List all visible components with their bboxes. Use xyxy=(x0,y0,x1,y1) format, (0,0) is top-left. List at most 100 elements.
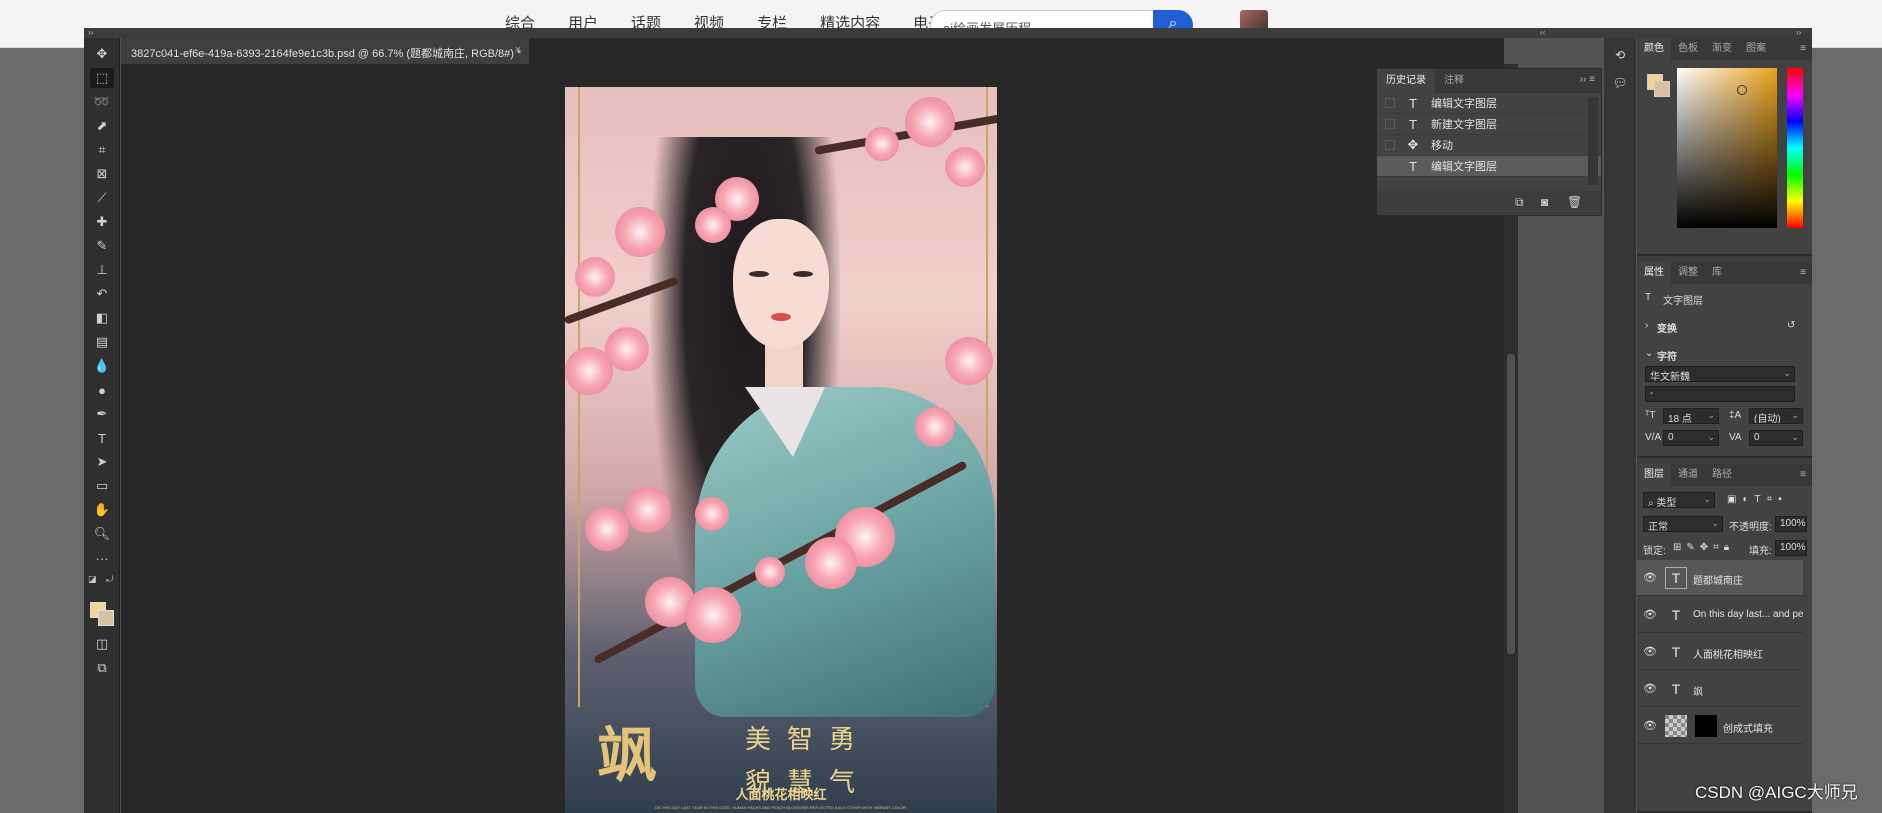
default-colors-icon[interactable]: ◪ xyxy=(88,574,97,585)
tab-patterns[interactable]: 图案 xyxy=(1739,38,1773,60)
tab-libraries[interactable]: 库 xyxy=(1705,262,1729,284)
history-item-selected[interactable]: T 编辑文字图层 xyxy=(1377,156,1601,177)
healing-brush-tool-icon[interactable]: ✚ xyxy=(90,212,114,232)
quick-mask-icon[interactable]: ◫ xyxy=(90,634,114,654)
layer-row[interactable]: 👁︎ T 人面桃花相映红 xyxy=(1637,634,1803,670)
history-item[interactable]: ✥ 移动 xyxy=(1377,135,1601,156)
stamp-tool-icon[interactable]: ⊥ xyxy=(90,260,114,280)
object-select-tool-icon[interactable]: ⬈ xyxy=(90,116,114,136)
color-panel: 颜色 色板 渐变 图案 ≡ xyxy=(1637,38,1812,256)
history-item[interactable]: T 编辑文字图层 xyxy=(1377,93,1601,114)
tab-notes[interactable]: 注释 xyxy=(1435,69,1473,93)
panel-menu-icon[interactable]: ›› ≡ xyxy=(1580,74,1595,85)
brush-tool-icon[interactable]: ✎ xyxy=(90,236,114,256)
rectangle-tool-icon[interactable]: ▭ xyxy=(90,476,114,496)
dodge-tool-icon[interactable]: ● xyxy=(90,380,114,400)
zoom-tool-icon[interactable]: 🔍︎ xyxy=(90,524,114,544)
eyedropper-tool-icon[interactable]: ⟋ xyxy=(90,188,114,208)
layer-thumbnail xyxy=(1665,715,1687,737)
camera-icon[interactable]: ◙ xyxy=(1541,195,1548,209)
tab-layers[interactable]: 图层 xyxy=(1637,464,1671,486)
gradient-tool-icon[interactable]: ▤ xyxy=(90,332,114,352)
history-checkbox[interactable] xyxy=(1385,161,1395,171)
frame-tool-icon[interactable]: ⊠ xyxy=(90,164,114,184)
document-tab[interactable]: 3827c041-ef6e-419a-6393-2164fe9e1c3b.psd… xyxy=(121,38,529,64)
canvas-artwork[interactable]: 飒 美 智 勇 貌 慧 气 人面桃花相映红 ON THIS DAY LAST Y… xyxy=(565,87,997,813)
path-select-tool-icon[interactable]: ➤ xyxy=(90,452,114,472)
pen-tool-icon[interactable]: ✒ xyxy=(90,404,114,424)
chevron-down-icon[interactable]: ⌄ xyxy=(1645,348,1653,359)
type-icon: T xyxy=(1409,95,1417,111)
tab-adjustments[interactable]: 调整 xyxy=(1671,262,1705,284)
tab-color[interactable]: 颜色 xyxy=(1637,38,1671,60)
history-brush-tool-icon[interactable]: ↶ xyxy=(90,284,114,304)
artwork-lips xyxy=(771,313,791,321)
transform-section-label[interactable]: 变换 xyxy=(1657,320,1677,335)
tab-properties[interactable]: 属性 xyxy=(1637,262,1671,284)
scrollbar-thumb[interactable] xyxy=(1507,354,1515,654)
tab-channels[interactable]: 通道 xyxy=(1671,464,1705,486)
type-tool-icon[interactable]: T xyxy=(90,428,114,448)
lasso-tool-icon[interactable]: ➿ xyxy=(90,92,114,112)
layer-row[interactable]: 👁︎ T On this day last... and peach bloss xyxy=(1637,597,1803,633)
hand-tool-icon[interactable]: ✋ xyxy=(90,500,114,520)
kerning-field[interactable]: 0 ⌄ xyxy=(1663,430,1719,446)
lock-icons[interactable]: ⊞✎✥⌗🔒︎ xyxy=(1673,542,1734,553)
collapse-panels-icon[interactable]: ‹‹ xyxy=(1540,28,1545,37)
panel-menu-icon[interactable]: ≡ xyxy=(1800,267,1806,278)
swap-colors-icon[interactable]: ⤾ xyxy=(106,574,114,585)
expand-panels-icon[interactable]: ›› xyxy=(1796,28,1801,37)
screen-mode-icon[interactable]: ⧉ xyxy=(90,658,114,678)
layer-filter-icons[interactable]: ▣◐T⌗▪ xyxy=(1727,494,1788,505)
blend-mode-select[interactable]: 正常 ⌄ xyxy=(1643,516,1723,532)
tab-history[interactable]: 历史记录 xyxy=(1377,69,1435,93)
panel-menu-icon[interactable]: ≡ xyxy=(1800,469,1806,480)
trash-icon[interactable]: 🗑︎ xyxy=(1567,195,1582,209)
more-tools-icon[interactable]: ··· xyxy=(90,548,114,568)
history-checkbox[interactable] xyxy=(1385,140,1395,150)
tab-paths[interactable]: 路径 xyxy=(1705,464,1739,486)
opacity-field[interactable]: 100% xyxy=(1775,516,1807,532)
tracking-field[interactable]: 0 ⌄ xyxy=(1749,430,1803,446)
layer-row[interactable]: 👁︎ 创成式填充 xyxy=(1637,708,1803,744)
background-color-swatch[interactable] xyxy=(98,610,114,626)
fill-field[interactable]: 100% xyxy=(1775,540,1807,556)
leading-field[interactable]: (自动) ⌄ xyxy=(1749,408,1803,424)
font-style-select[interactable]: - xyxy=(1645,386,1795,402)
history-scrollbar[interactable] xyxy=(1588,97,1598,185)
chevron-right-icon[interactable]: › xyxy=(1645,320,1648,331)
close-icon[interactable]: × xyxy=(515,44,521,56)
layer-row[interactable]: 👁︎ T 飒 xyxy=(1637,671,1803,707)
eye-icon[interactable]: 👁︎ xyxy=(1643,571,1657,584)
collapse-toolbar-icon[interactable]: ›› xyxy=(88,28,93,37)
color-field[interactable] xyxy=(1677,68,1777,228)
crop-tool-icon[interactable]: ⌗ xyxy=(90,140,114,160)
history-checkbox[interactable] xyxy=(1385,98,1395,108)
document-tab-bar: 3827c041-ef6e-419a-6393-2164fe9e1c3b.psd… xyxy=(121,38,1504,64)
history-panel-icon[interactable]: ⟲ xyxy=(1612,48,1628,64)
tab-gradients[interactable]: 渐变 xyxy=(1705,38,1739,60)
history-checkbox[interactable] xyxy=(1385,119,1395,129)
background-color-swatch[interactable] xyxy=(1654,81,1670,97)
tab-swatches[interactable]: 色板 xyxy=(1671,38,1705,60)
eye-icon[interactable]: 👁︎ xyxy=(1643,682,1657,695)
move-tool-icon[interactable]: ✥ xyxy=(90,44,114,64)
color-picker-handle[interactable] xyxy=(1737,85,1747,95)
reset-icon[interactable]: ↺ xyxy=(1787,320,1795,331)
font-size-field[interactable]: 18 点 ⌄ xyxy=(1663,408,1719,424)
hue-slider[interactable] xyxy=(1787,68,1803,228)
blur-tool-icon[interactable]: 💧 xyxy=(90,356,114,376)
layer-row[interactable]: 👁︎ T 题都城南庄 xyxy=(1637,560,1803,596)
eye-icon[interactable]: 👁︎ xyxy=(1643,719,1657,732)
eraser-tool-icon[interactable]: ◧ xyxy=(90,308,114,328)
marquee-tool-icon[interactable]: ⬚ xyxy=(90,68,114,88)
character-section-label[interactable]: 字符 xyxy=(1657,348,1677,363)
panel-menu-icon[interactable]: ≡ xyxy=(1800,43,1806,54)
layer-filter-select[interactable]: ⌕ 类型 ⌄ xyxy=(1643,492,1715,508)
comment-icon[interactable]: 💬︎ xyxy=(1612,76,1628,92)
history-item[interactable]: T 新建文字图层 xyxy=(1377,114,1601,135)
eye-icon[interactable]: 👁︎ xyxy=(1643,608,1657,621)
eye-icon[interactable]: 👁︎ xyxy=(1643,645,1657,658)
new-document-from-state-icon[interactable]: ⧉ xyxy=(1515,195,1524,210)
font-family-select[interactable]: 华文新魏 ⌄ xyxy=(1645,366,1795,382)
